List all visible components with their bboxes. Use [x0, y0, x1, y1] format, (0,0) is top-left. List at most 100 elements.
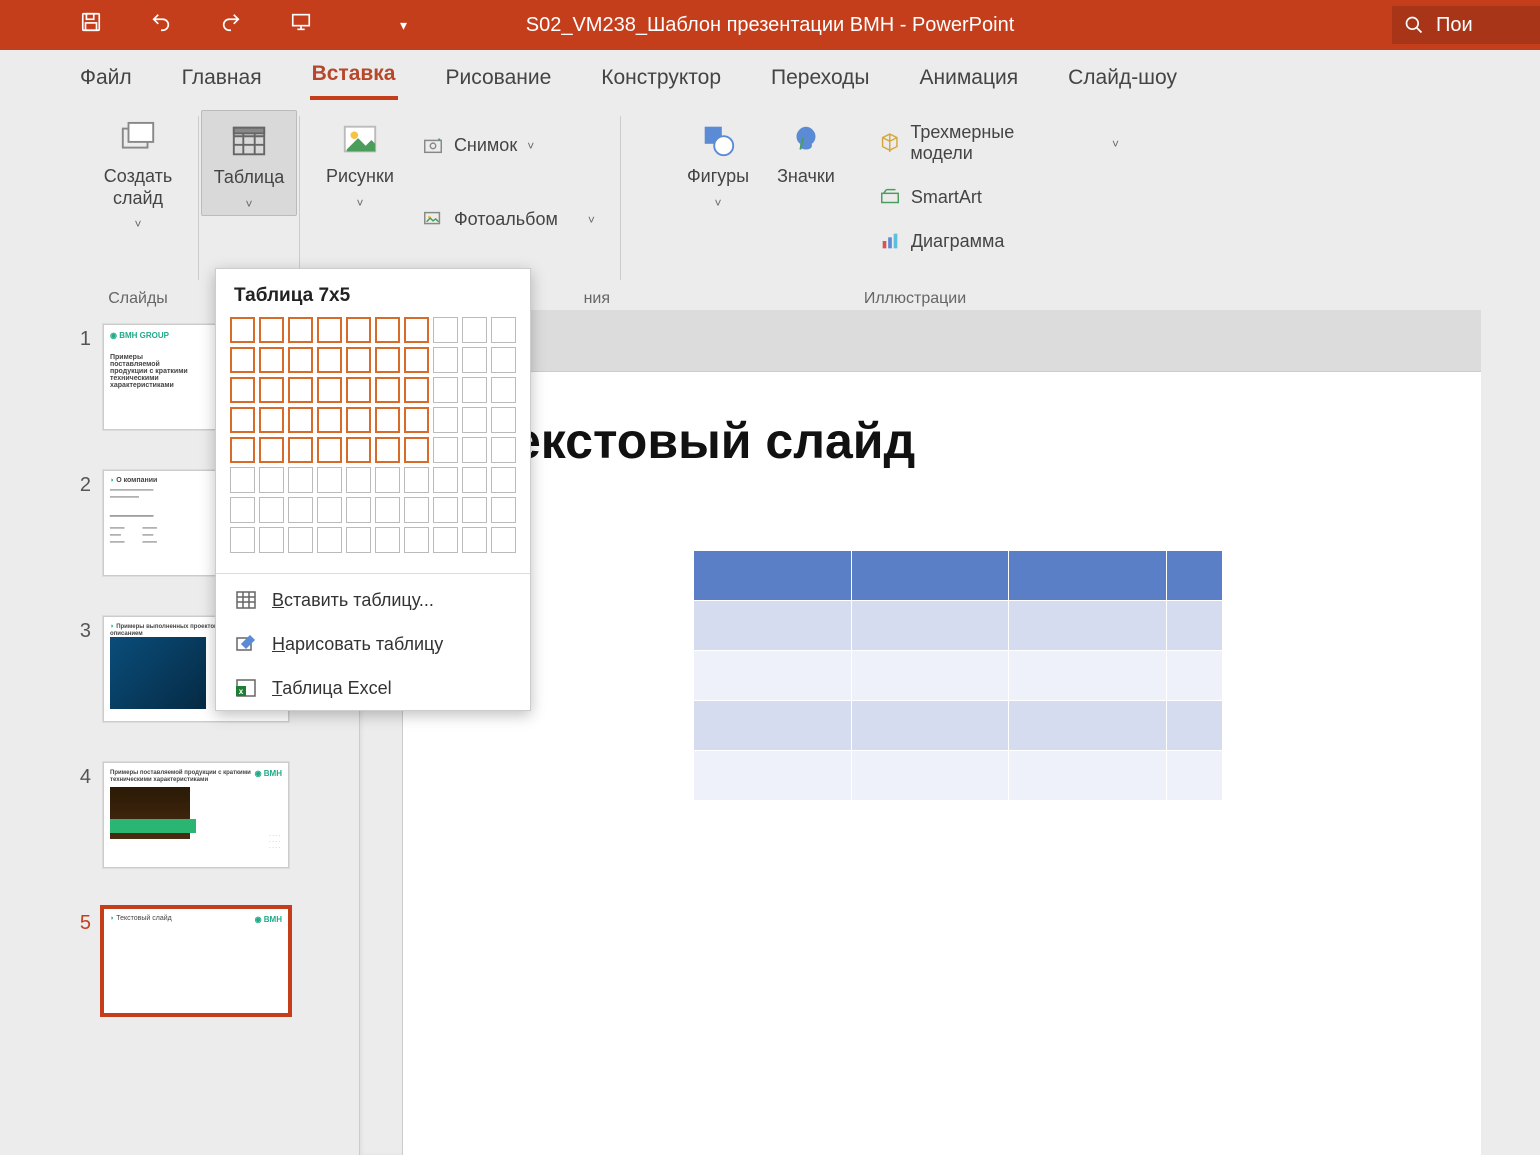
table-size-grid[interactable]: [216, 317, 530, 569]
grid-cell[interactable]: [259, 527, 284, 553]
grid-cell[interactable]: [433, 497, 458, 523]
grid-cell[interactable]: [259, 467, 284, 493]
grid-cell[interactable]: [433, 467, 458, 493]
grid-cell[interactable]: [462, 437, 487, 463]
grid-cell[interactable]: [317, 527, 342, 553]
grid-cell[interactable]: [317, 497, 342, 523]
grid-cell[interactable]: [433, 347, 458, 373]
tab-animations[interactable]: Анимация: [918, 56, 1021, 100]
present-icon[interactable]: [290, 11, 312, 39]
grid-cell[interactable]: [230, 407, 255, 433]
grid-cell[interactable]: [288, 407, 313, 433]
grid-cell[interactable]: [404, 317, 429, 343]
grid-cell[interactable]: [462, 377, 487, 403]
thumbnail[interactable]: ◗ Текстовый слайд◉ BMH: [103, 908, 289, 1014]
grid-cell[interactable]: [462, 317, 487, 343]
grid-cell[interactable]: [259, 377, 284, 403]
tab-home[interactable]: Главная: [180, 56, 264, 100]
undo-icon[interactable]: [150, 11, 172, 39]
grid-cell[interactable]: [433, 317, 458, 343]
grid-cell[interactable]: [346, 347, 371, 373]
grid-cell[interactable]: [317, 347, 342, 373]
shapes-button[interactable]: Фигуры ˅: [675, 110, 761, 214]
grid-cell[interactable]: [491, 497, 516, 523]
grid-cell[interactable]: [288, 377, 313, 403]
grid-cell[interactable]: [462, 497, 487, 523]
grid-cell[interactable]: [375, 497, 400, 523]
grid-cell[interactable]: [259, 347, 284, 373]
icons-button[interactable]: Значки: [765, 110, 847, 192]
grid-cell[interactable]: [230, 467, 255, 493]
grid-cell[interactable]: [288, 497, 313, 523]
grid-cell[interactable]: [375, 317, 400, 343]
grid-cell[interactable]: [491, 317, 516, 343]
grid-cell[interactable]: [259, 437, 284, 463]
tab-design[interactable]: Конструктор: [599, 56, 723, 100]
slide-title[interactable]: екстовый слайд: [513, 412, 1461, 470]
thumbnail-row[interactable]: 5 ◗ Текстовый слайд◉ BMH: [77, 908, 351, 1014]
grid-cell[interactable]: [491, 467, 516, 493]
draw-table-button[interactable]: Нарисовать таблицу: [216, 622, 530, 666]
tab-draw[interactable]: Рисование: [444, 56, 554, 100]
grid-cell[interactable]: [375, 437, 400, 463]
grid-cell[interactable]: [404, 407, 429, 433]
grid-cell[interactable]: [259, 317, 284, 343]
grid-cell[interactable]: [288, 437, 313, 463]
grid-cell[interactable]: [491, 377, 516, 403]
grid-cell[interactable]: [230, 527, 255, 553]
grid-cell[interactable]: [404, 527, 429, 553]
search-input[interactable]: Пои: [1392, 6, 1540, 44]
grid-cell[interactable]: [433, 407, 458, 433]
new-slide-button[interactable]: Создать слайд ˅: [92, 110, 184, 235]
photo-album-button[interactable]: Фотоальбом ˅: [414, 202, 603, 236]
slide-canvas-area[interactable]: екстовый слайд: [403, 310, 1481, 1155]
grid-cell[interactable]: [346, 527, 371, 553]
thumbnail-row[interactable]: 4 Примеры поставляемой продукции с кратк…: [77, 762, 351, 868]
3d-models-button[interactable]: Трехмерные модели ˅: [871, 116, 1127, 170]
grid-cell[interactable]: [404, 467, 429, 493]
grid-cell[interactable]: [288, 467, 313, 493]
grid-cell[interactable]: [433, 377, 458, 403]
thumbnail[interactable]: Примеры поставляемой продукции с кратким…: [103, 762, 289, 868]
grid-cell[interactable]: [230, 497, 255, 523]
grid-cell[interactable]: [462, 467, 487, 493]
tab-transitions[interactable]: Переходы: [769, 56, 872, 100]
grid-cell[interactable]: [404, 377, 429, 403]
grid-cell[interactable]: [317, 467, 342, 493]
grid-cell[interactable]: [433, 437, 458, 463]
grid-cell[interactable]: [259, 407, 284, 433]
grid-cell[interactable]: [375, 347, 400, 373]
grid-cell[interactable]: [288, 527, 313, 553]
grid-cell[interactable]: [375, 467, 400, 493]
chart-button[interactable]: Диаграмма: [871, 224, 1127, 258]
tab-insert[interactable]: Вставка: [310, 52, 398, 100]
grid-cell[interactable]: [288, 347, 313, 373]
grid-cell[interactable]: [462, 347, 487, 373]
grid-cell[interactable]: [346, 377, 371, 403]
tab-slideshow[interactable]: Слайд-шоу: [1066, 56, 1179, 100]
grid-cell[interactable]: [491, 437, 516, 463]
grid-cell[interactable]: [346, 407, 371, 433]
grid-cell[interactable]: [375, 407, 400, 433]
grid-cell[interactable]: [433, 527, 458, 553]
tab-file[interactable]: Файл: [78, 56, 134, 100]
grid-cell[interactable]: [375, 527, 400, 553]
grid-cell[interactable]: [404, 497, 429, 523]
grid-cell[interactable]: [404, 437, 429, 463]
grid-cell[interactable]: [404, 347, 429, 373]
grid-cell[interactable]: [491, 407, 516, 433]
redo-icon[interactable]: [220, 11, 242, 39]
grid-cell[interactable]: [230, 347, 255, 373]
grid-cell[interactable]: [230, 377, 255, 403]
grid-cell[interactable]: [317, 377, 342, 403]
grid-cell[interactable]: [462, 527, 487, 553]
screenshot-button[interactable]: Снимок ˅: [414, 128, 603, 162]
grid-cell[interactable]: [491, 527, 516, 553]
grid-cell[interactable]: [230, 317, 255, 343]
smartart-button[interactable]: SmartArt: [871, 180, 1127, 214]
grid-cell[interactable]: [317, 317, 342, 343]
grid-cell[interactable]: [462, 407, 487, 433]
grid-cell[interactable]: [259, 497, 284, 523]
grid-cell[interactable]: [317, 437, 342, 463]
grid-cell[interactable]: [375, 377, 400, 403]
